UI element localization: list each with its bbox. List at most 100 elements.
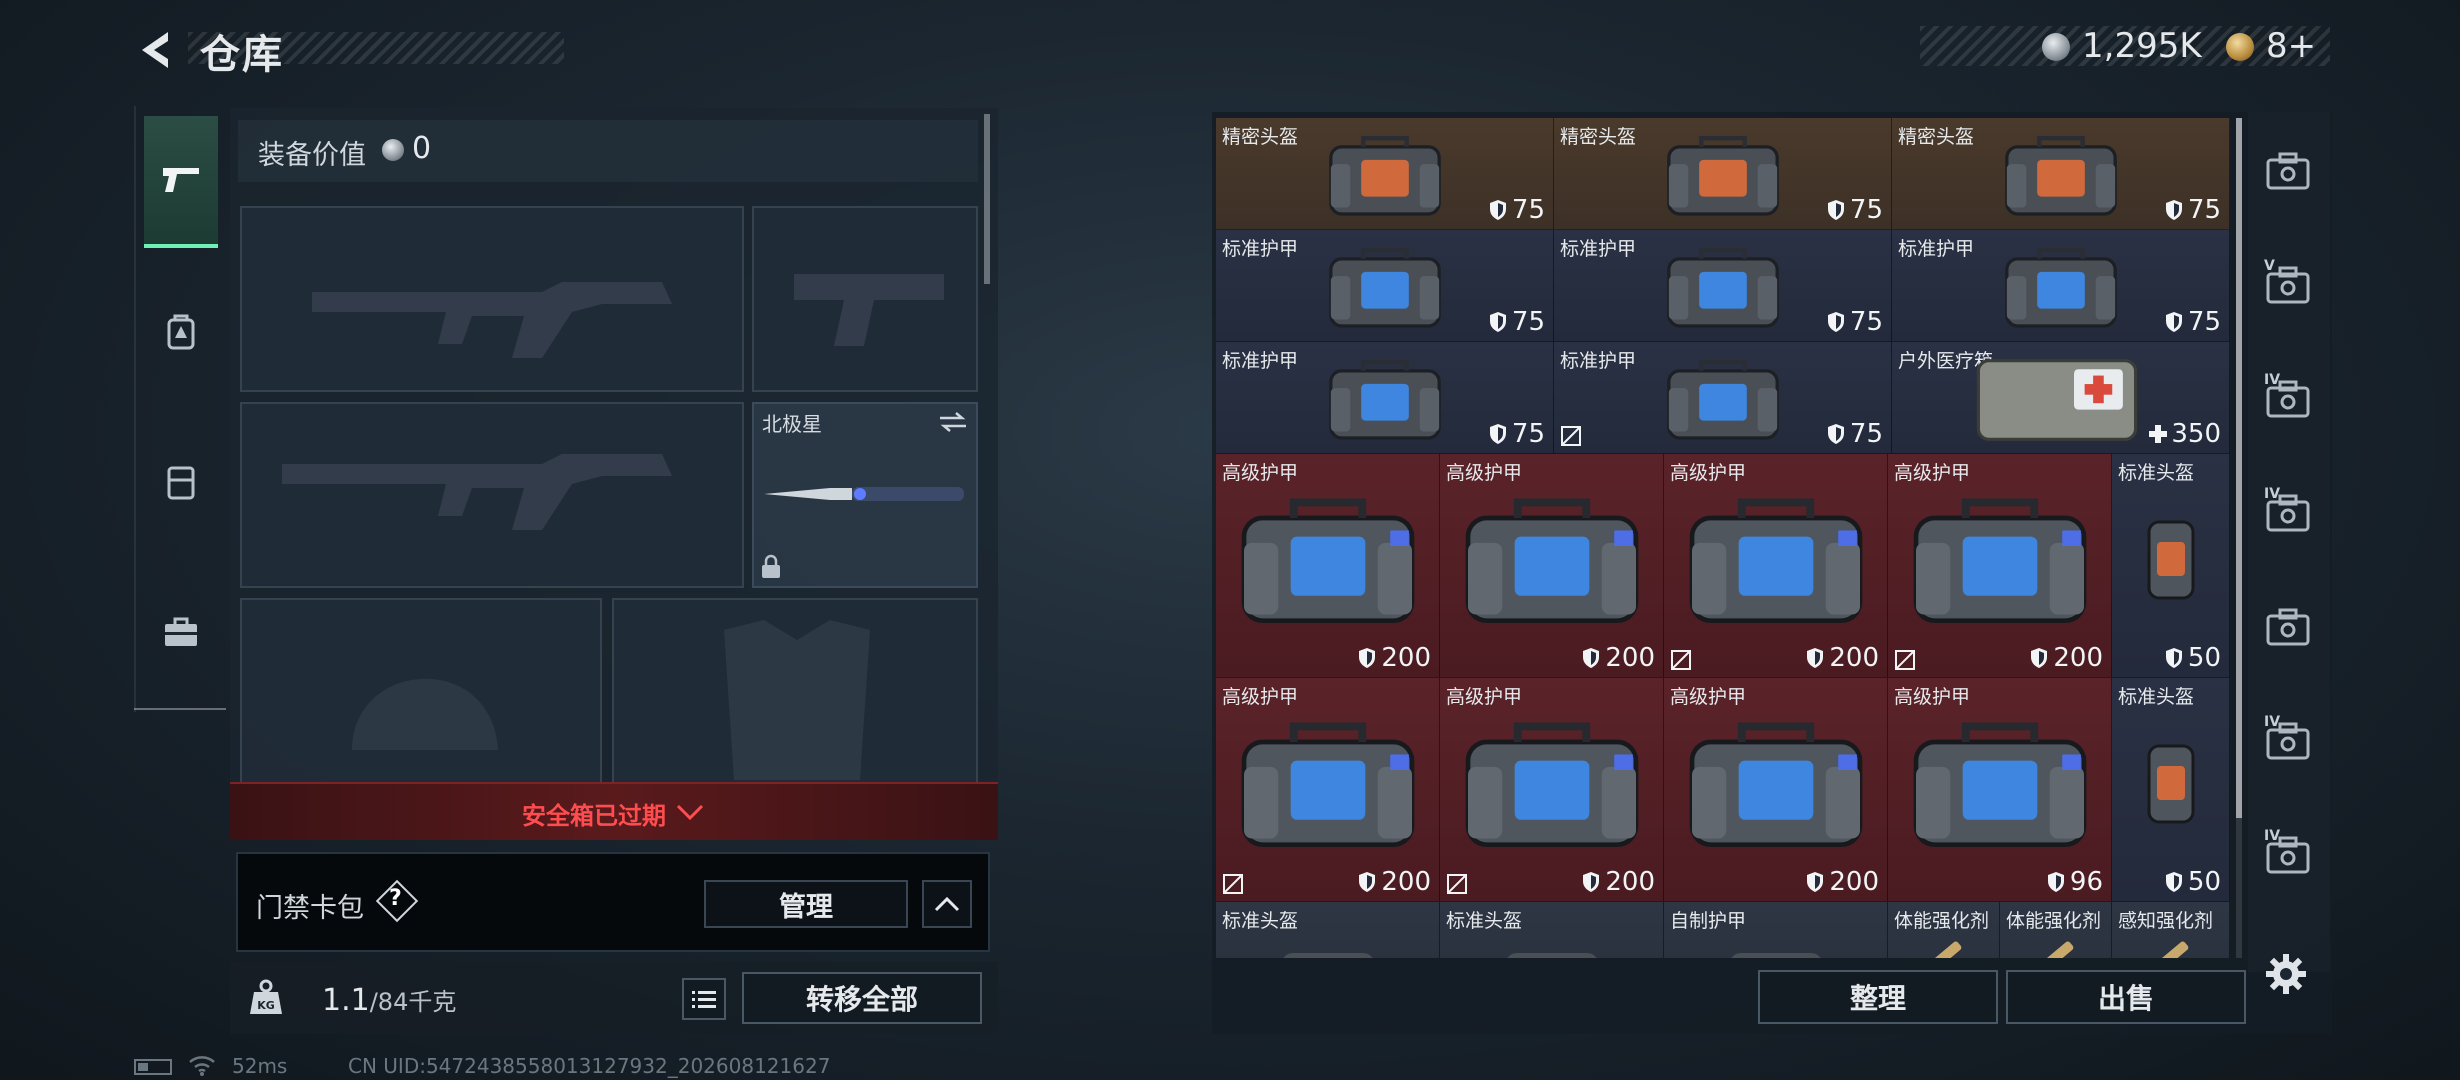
case-tab-1[interactable] <box>2252 118 2324 218</box>
wifi-icon <box>189 1056 215 1076</box>
tab-vest[interactable] <box>144 416 218 548</box>
durability-shield-icon <box>2031 648 2048 668</box>
item-name: 精密头盔 <box>1560 126 1637 148</box>
item-durability-value: 50 <box>2187 867 2221 897</box>
list-icon <box>692 991 716 1008</box>
rifle-silhouette-icon <box>282 454 672 530</box>
gear-icon[interactable] <box>2262 950 2310 998</box>
case-tab-7[interactable]: IV <box>2252 802 2324 902</box>
storage-item[interactable]: 体能强化剂 <box>1888 902 2000 958</box>
case-tab-3[interactable]: IV <box>2252 346 2324 446</box>
item-name: 高级护甲 <box>1670 686 1747 708</box>
storage-item[interactable]: 标准头盔 50 <box>2112 454 2230 678</box>
storage-item[interactable]: 高级护甲 96 <box>1888 678 2112 902</box>
item-durability: 200 <box>1581 867 1655 897</box>
tab-toolbox[interactable] <box>144 566 218 698</box>
pistol-icon <box>163 168 199 192</box>
item-name: 高级护甲 <box>1894 686 1971 708</box>
item-durability-value: 200 <box>2053 643 2103 673</box>
ticket-icon <box>2226 33 2254 61</box>
case-tab-5[interactable] <box>2252 574 2324 674</box>
armor-bag-icon <box>1465 722 1639 847</box>
case-tab-4[interactable]: IV <box>2252 460 2324 560</box>
item-durability-value: 50 <box>2187 643 2221 673</box>
storage-item[interactable]: 感知强化剂 <box>2112 902 2230 958</box>
helmet-icon <box>2147 520 2195 600</box>
lock-icon <box>762 554 780 578</box>
storage-item[interactable]: 户外医疗箱 350 <box>1892 342 2230 454</box>
transfer-all-button[interactable]: 转移全部 <box>742 972 982 1024</box>
storage-item[interactable]: 高级护甲 200 <box>1664 454 1888 678</box>
storage-item[interactable]: 标准护甲 75 <box>1216 342 1554 454</box>
storage-item[interactable]: 标准护甲 75 <box>1554 230 1892 342</box>
heal-plus-icon <box>2149 425 2168 443</box>
item-durability-value: 75 <box>1511 307 1545 337</box>
storage-item[interactable]: 标准护甲 75 <box>1554 342 1892 454</box>
equipment-scrollbar[interactable] <box>984 114 990 284</box>
user-uid: CN UID:5472438558013127932_202608121627 <box>348 1054 831 1078</box>
item-artwork <box>1972 352 2142 452</box>
ping-readout: 52ms <box>232 1054 288 1078</box>
storage-item[interactable]: 高级护甲 200 <box>1216 454 1440 678</box>
back-arrow-icon[interactable] <box>132 26 180 74</box>
armor-bag-icon <box>1667 248 1779 328</box>
swap-icon[interactable] <box>938 410 968 434</box>
pistol-slot[interactable] <box>752 206 978 392</box>
case-tab-2[interactable]: V <box>2252 232 2324 332</box>
item-durability: 75 <box>1826 195 1883 225</box>
durability-shield-icon <box>1489 312 1506 332</box>
item-artwork <box>1457 714 1647 858</box>
storage-item[interactable]: 标准护甲 75 <box>1892 230 2230 342</box>
item-artwork <box>1658 130 1788 224</box>
durability-shield-icon <box>1583 648 1600 668</box>
storage-item[interactable]: 高级护甲 200 <box>1216 678 1440 902</box>
storage-item[interactable]: 体能强化剂 <box>2000 902 2112 958</box>
helmet-bag-icon <box>1667 136 1779 216</box>
storage-item[interactable]: 高级护甲 200 <box>1888 454 2112 678</box>
rifle-silhouette-icon <box>312 282 672 358</box>
sort-button[interactable]: 整理 <box>1758 970 1998 1024</box>
primary-weapon-slot[interactable] <box>240 206 744 392</box>
svg-text:IV: IV <box>2264 714 2280 730</box>
melee-slot[interactable]: 北极星 <box>752 402 978 588</box>
storage-item[interactable]: 高级护甲 200 <box>1440 454 1664 678</box>
armor-bag-icon <box>1465 498 1639 623</box>
item-artwork <box>1706 918 1846 958</box>
crate-icon <box>1731 953 1821 958</box>
storage-item[interactable]: 标准头盔 <box>1216 902 1440 958</box>
helmet-icon <box>2147 744 2195 824</box>
item-durability: 75 <box>1488 195 1545 225</box>
helmet-slot[interactable] <box>240 598 602 784</box>
storage-item[interactable]: 精密头盔 75 <box>1216 118 1554 230</box>
item-durability-value: 75 <box>1849 307 1883 337</box>
durability-shield-icon <box>1359 872 1376 892</box>
storage-item[interactable]: 高级护甲 200 <box>1664 678 1888 902</box>
storage-scrollbar[interactable] <box>2236 118 2242 818</box>
battery-level <box>138 1063 148 1071</box>
manage-button[interactable]: 管理 <box>704 880 908 928</box>
storage-item[interactable]: 标准头盔 <box>1440 902 1664 958</box>
storage-item[interactable]: 标准护甲 75 <box>1216 230 1554 342</box>
secondary-weapon-slot[interactable] <box>240 402 744 588</box>
item-artwork <box>2141 922 2201 958</box>
svg-text:IV: IV <box>2264 828 2280 844</box>
tab-weapons[interactable] <box>144 116 218 248</box>
armor-slot[interactable] <box>612 598 978 784</box>
durability-shield-icon <box>2047 872 2064 892</box>
item-durability-value: 75 <box>1849 419 1883 449</box>
storage-item[interactable]: 高级护甲 200 <box>1440 678 1664 902</box>
storage-item[interactable]: 自制护甲 <box>1664 902 1888 958</box>
case-tab-6[interactable]: IV <box>2252 688 2324 788</box>
list-view-button[interactable] <box>682 978 726 1020</box>
durability-shield-icon <box>1827 200 1844 220</box>
storage-item[interactable]: 精密头盔 75 <box>1892 118 2230 230</box>
tab-backpack[interactable] <box>144 266 218 398</box>
expand-button[interactable] <box>922 880 972 928</box>
armor-bag-icon <box>1913 722 2087 847</box>
item-durability-value: 75 <box>1511 195 1545 225</box>
sell-button[interactable]: 出售 <box>2006 970 2246 1024</box>
item-artwork <box>1482 918 1622 958</box>
storage-item[interactable]: 标准头盔 50 <box>2112 678 2230 902</box>
left-category-tabs <box>134 106 226 712</box>
storage-item[interactable]: 精密头盔 75 <box>1554 118 1892 230</box>
